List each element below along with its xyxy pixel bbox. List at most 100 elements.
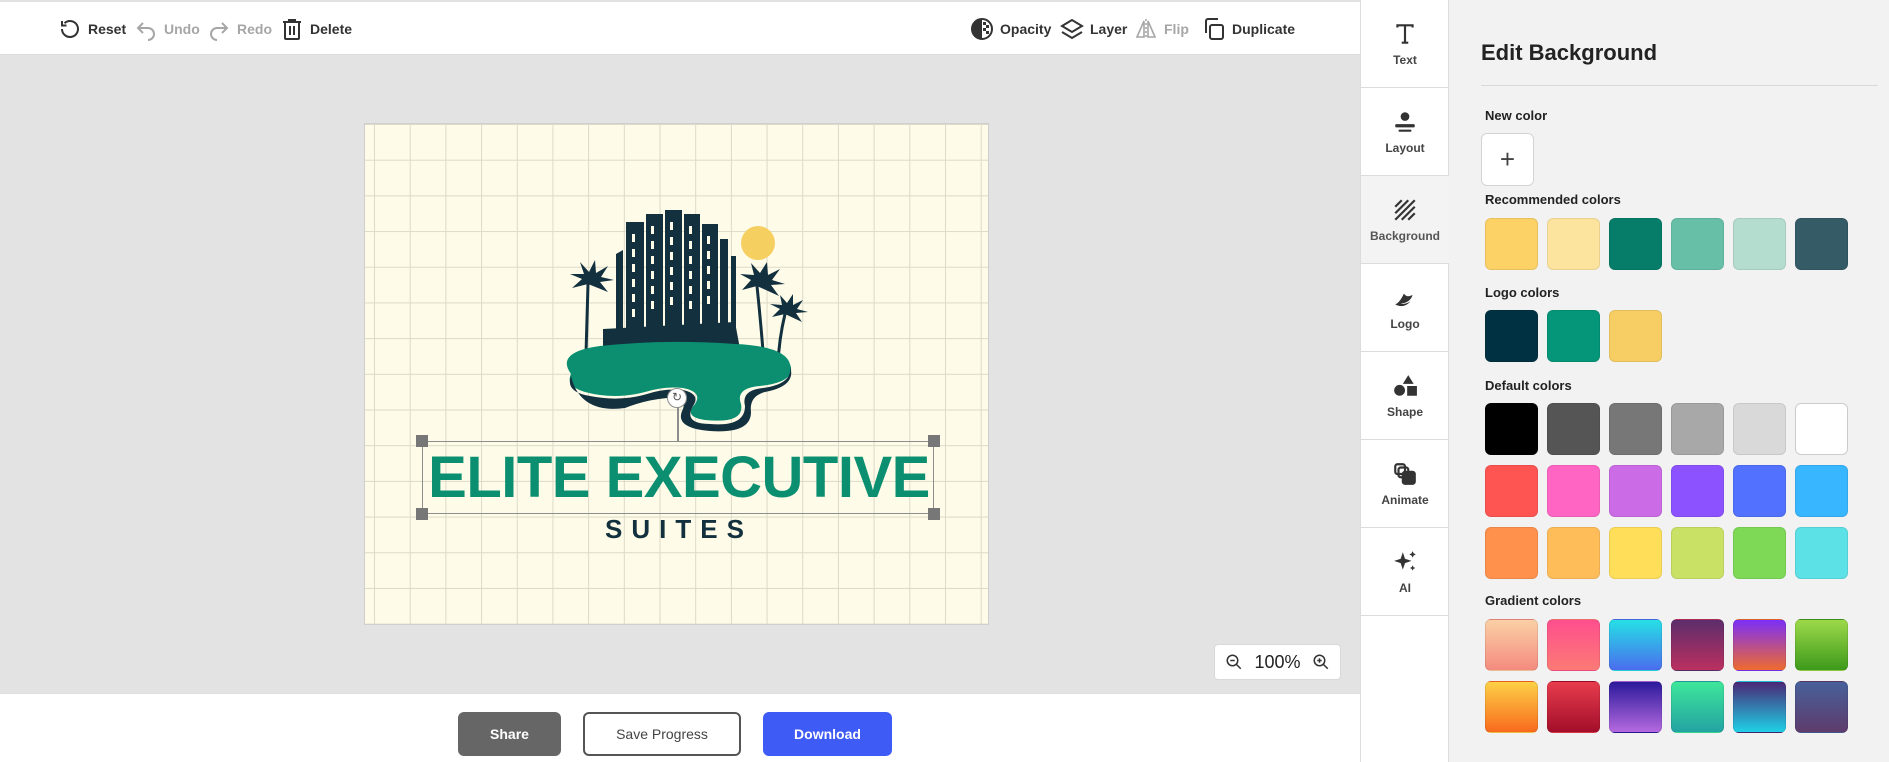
gradient-color-swatch[interactable] bbox=[1671, 619, 1724, 671]
canvas-stage: ELITE EXECUTIVE SUITES ↻ bbox=[0, 55, 1360, 693]
default-color-swatch[interactable] bbox=[1733, 465, 1786, 517]
gradient-color-swatch[interactable] bbox=[1733, 619, 1786, 671]
layer-button[interactable]: Layer bbox=[1060, 16, 1127, 42]
editor-toolbar: Reset Undo Redo Delete Opacity Layer Fli… bbox=[0, 0, 1360, 55]
undo-icon bbox=[136, 22, 155, 41]
delete-label: Delete bbox=[310, 21, 353, 37]
rail-item-text[interactable]: Text bbox=[1361, 0, 1449, 88]
rail-item-ai[interactable]: AI bbox=[1361, 528, 1449, 616]
resize-handle-top-left[interactable] bbox=[416, 435, 428, 447]
default-colors-row bbox=[1485, 403, 1848, 455]
gradient-color-swatch[interactable] bbox=[1547, 619, 1600, 671]
gradient-color-swatch[interactable] bbox=[1671, 681, 1724, 733]
gradient-color-swatch[interactable] bbox=[1795, 681, 1848, 733]
selection-box bbox=[422, 441, 934, 514]
gradient-color-swatch[interactable] bbox=[1795, 619, 1848, 671]
logo-colors-row bbox=[1485, 310, 1662, 362]
ai-sparkle-icon bbox=[1394, 550, 1416, 571]
default-color-swatch[interactable] bbox=[1795, 527, 1848, 579]
rotate-handle-icon[interactable]: ↻ bbox=[667, 388, 687, 408]
duplicate-button[interactable]: Duplicate bbox=[1202, 16, 1295, 42]
rail-item-layout[interactable]: Layout bbox=[1361, 88, 1449, 176]
redo-button[interactable]: Redo bbox=[207, 16, 272, 42]
default-color-swatch[interactable] bbox=[1733, 527, 1786, 579]
logo-icon bbox=[1395, 293, 1413, 306]
add-color-button[interactable]: + bbox=[1481, 133, 1534, 186]
zoom-level: 100% bbox=[1254, 651, 1301, 672]
default-color-swatch[interactable] bbox=[1795, 403, 1848, 455]
default-color-swatch[interactable] bbox=[1671, 527, 1724, 579]
logo-color-swatch[interactable] bbox=[1547, 310, 1600, 362]
redo-label: Redo bbox=[237, 21, 272, 37]
save-progress-button[interactable]: Save Progress bbox=[583, 712, 741, 756]
gradient-colors-row bbox=[1485, 619, 1848, 671]
recommended-color-swatch[interactable] bbox=[1485, 218, 1538, 270]
recommended-color-swatch[interactable] bbox=[1609, 218, 1662, 270]
default-color-swatch[interactable] bbox=[1547, 403, 1600, 455]
gradient-colors-label: Gradient colors bbox=[1485, 593, 1582, 608]
shape-icon bbox=[1394, 374, 1417, 396]
rail-item-label: Logo bbox=[1390, 316, 1420, 331]
opacity-button[interactable]: Opacity bbox=[970, 16, 1051, 42]
default-color-swatch[interactable] bbox=[1733, 403, 1786, 455]
default-color-swatch[interactable] bbox=[1485, 527, 1538, 579]
flip-button[interactable]: Flip bbox=[1134, 16, 1189, 42]
flip-label: Flip bbox=[1164, 21, 1189, 37]
undo-label: Undo bbox=[164, 21, 200, 37]
edit-background-panel: Edit Background New color + Recommended … bbox=[1449, 0, 1889, 762]
recommended-color-swatch[interactable] bbox=[1671, 218, 1724, 270]
tool-rail: Text Layout Background Logo Shape Animat… bbox=[1360, 0, 1449, 762]
undo-button[interactable]: Undo bbox=[134, 16, 200, 42]
logo-color-swatch[interactable] bbox=[1485, 310, 1538, 362]
recommended-colors-label: Recommended colors bbox=[1485, 192, 1621, 207]
delete-button[interactable]: Delete bbox=[280, 16, 352, 42]
default-color-swatch[interactable] bbox=[1609, 403, 1662, 455]
default-color-swatch[interactable] bbox=[1609, 527, 1662, 579]
recommended-color-swatch[interactable] bbox=[1547, 218, 1600, 270]
default-color-swatch[interactable] bbox=[1485, 465, 1538, 517]
gradient-color-swatch[interactable] bbox=[1485, 681, 1538, 733]
default-color-swatch[interactable] bbox=[1795, 465, 1848, 517]
gradient-color-swatch[interactable] bbox=[1609, 681, 1662, 733]
gradient-color-swatch[interactable] bbox=[1609, 619, 1662, 671]
logo-subtitle-text[interactable]: SUITES bbox=[425, 514, 933, 545]
share-button[interactable]: Share bbox=[458, 712, 561, 756]
default-color-swatch[interactable] bbox=[1671, 403, 1724, 455]
recommended-color-swatch[interactable] bbox=[1795, 218, 1848, 270]
animate-icon bbox=[1394, 462, 1416, 485]
default-color-swatch[interactable] bbox=[1547, 527, 1600, 579]
flip-icon bbox=[1135, 19, 1157, 39]
resize-handle-top-right[interactable] bbox=[928, 435, 940, 447]
default-color-swatch[interactable] bbox=[1485, 403, 1538, 455]
default-colors-label: Default colors bbox=[1485, 378, 1572, 393]
rail-item-background[interactable]: Background bbox=[1361, 176, 1449, 264]
zoom-out-icon[interactable] bbox=[1225, 653, 1243, 671]
default-color-swatch[interactable] bbox=[1609, 465, 1662, 517]
duplicate-icon bbox=[1205, 18, 1224, 40]
panel-title: Edit Background bbox=[1481, 40, 1658, 65]
recommended-color-swatch[interactable] bbox=[1733, 218, 1786, 270]
opacity-label: Opacity bbox=[1000, 21, 1052, 37]
bottom-action-bar: Share Save Progress Download bbox=[0, 693, 1360, 762]
background-icon bbox=[1394, 198, 1416, 221]
reset-button[interactable]: Reset bbox=[58, 16, 126, 42]
reset-icon bbox=[61, 20, 79, 38]
gradient-color-swatch[interactable] bbox=[1547, 681, 1600, 733]
rail-item-shape[interactable]: Shape bbox=[1361, 352, 1449, 440]
rail-item-animate[interactable]: Animate bbox=[1361, 440, 1449, 528]
logo-artboard[interactable]: ELITE EXECUTIVE SUITES ↻ bbox=[364, 123, 989, 625]
rail-item-label: Animate bbox=[1381, 492, 1429, 507]
rail-item-logo[interactable]: Logo bbox=[1361, 264, 1449, 352]
rotation-line bbox=[677, 406, 679, 441]
resize-handle-bottom-right[interactable] bbox=[928, 508, 940, 520]
gradient-color-swatch[interactable] bbox=[1733, 681, 1786, 733]
logo-editor-app: Reset Undo Redo Delete Opacity Layer Fli… bbox=[0, 0, 1889, 762]
zoom-in-icon[interactable] bbox=[1312, 653, 1330, 671]
resize-handle-bottom-left[interactable] bbox=[416, 508, 428, 520]
gradient-color-swatch[interactable] bbox=[1485, 619, 1538, 671]
default-color-swatch[interactable] bbox=[1547, 465, 1600, 517]
logo-color-swatch[interactable] bbox=[1609, 310, 1662, 362]
default-color-swatch[interactable] bbox=[1671, 465, 1724, 517]
text-icon bbox=[1396, 23, 1414, 44]
download-button[interactable]: Download bbox=[763, 712, 892, 756]
